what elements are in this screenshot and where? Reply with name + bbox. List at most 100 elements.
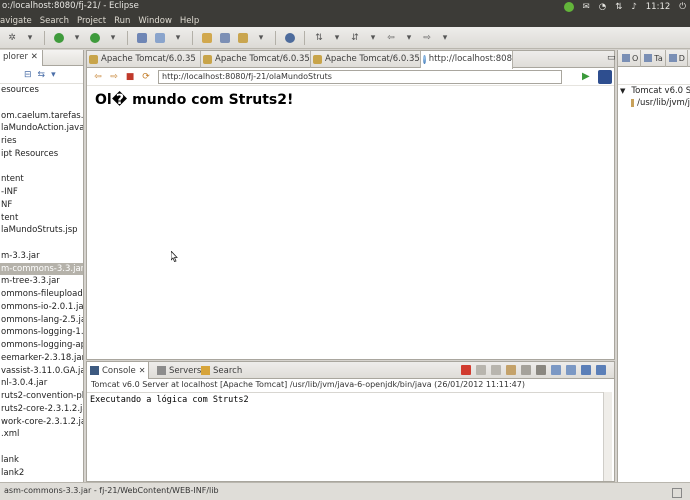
dropdown-icon[interactable]: ▾ <box>365 31 381 45</box>
new-server-icon[interactable] <box>134 31 150 45</box>
tab-tomcat-1[interactable]: Apache Tomcat/6.0.35 <box>87 51 201 68</box>
mail-icon[interactable]: ✉ <box>583 2 590 12</box>
annotation-icon[interactable] <box>235 31 251 45</box>
menu-project[interactable]: Project <box>73 16 110 26</box>
clock-label[interactable]: 11:12 <box>646 2 671 12</box>
word-wrap-icon[interactable] <box>536 365 546 375</box>
show-stderr-icon[interactable] <box>566 365 576 375</box>
tree-item[interactable]: lank2 <box>0 467 83 480</box>
tree-item[interactable]: ommons-fileupload-1. <box>0 288 83 301</box>
stop-icon[interactable]: ■ <box>124 71 136 83</box>
show-stdout-icon[interactable] <box>551 365 561 375</box>
clear-console-icon[interactable] <box>506 365 516 375</box>
view-menu-icon[interactable]: ▾ <box>51 70 56 80</box>
server-tree-item[interactable]: ▼ Tomcat v6.0 Se <box>618 85 690 97</box>
dropdown-icon[interactable]: ▾ <box>437 31 453 45</box>
tree-item[interactable]: m-3.3.jar <box>0 250 83 263</box>
tree-item[interactable]: ruts2-convention-plu <box>0 390 83 403</box>
tree-item[interactable]: ommons-io-2.0.1.jar <box>0 301 83 314</box>
refresh-icon[interactable]: ⟳ <box>140 71 152 83</box>
power-icon[interactable]: ⏻ <box>679 2 686 12</box>
tree-item[interactable]: .xml <box>0 428 83 441</box>
run-icon[interactable] <box>51 31 67 45</box>
collapse-all-icon[interactable]: ⊟ <box>24 70 32 80</box>
url-field[interactable]: http://localhost:8080/fj-21/olaMundoStru… <box>158 70 562 84</box>
tree-item[interactable]: ommons-logging-1.1.1 <box>0 326 83 339</box>
maximize-icon[interactable]: ▭ <box>607 53 616 63</box>
pin-console-icon[interactable] <box>581 365 591 375</box>
menu-run[interactable]: Run <box>110 16 134 26</box>
tree-item[interactable]: -INF <box>0 186 83 199</box>
dropdown-icon[interactable]: ▾ <box>22 31 38 45</box>
prev-annotation-icon[interactable]: ⇵ <box>347 31 363 45</box>
forward-icon[interactable]: ⇨ <box>419 31 435 45</box>
fast-view-icon[interactable] <box>672 488 682 498</box>
tree-item[interactable]: eemarker-2.3.18.jar <box>0 352 83 365</box>
update-indicator-icon[interactable] <box>563 2 574 12</box>
menu-window[interactable]: Window <box>134 16 176 26</box>
wifi-icon[interactable]: ◔ <box>599 2 606 12</box>
dropdown-icon[interactable]: ▾ <box>105 31 121 45</box>
tab-console[interactable]: Console ✕ <box>87 362 150 379</box>
menu-help[interactable]: Help <box>176 16 203 26</box>
close-icon[interactable]: ✕ <box>31 52 38 62</box>
tree-item[interactable]: tent <box>0 212 83 225</box>
tree-item[interactable]: vassist-3.11.0.GA.jar <box>0 365 83 378</box>
console-output[interactable]: Executando a lógica com Struts2 <box>87 392 603 481</box>
tree-item[interactable] <box>0 161 83 174</box>
tree-item[interactable]: ntent <box>0 173 83 186</box>
go-icon[interactable]: ▶ <box>582 71 590 82</box>
next-annotation-icon[interactable]: ⇅ <box>311 31 327 45</box>
tree-item[interactable] <box>0 441 83 454</box>
tab-tasks[interactable]: Ta <box>642 50 666 67</box>
server-child-item[interactable]: /usr/lib/jvm/j <box>618 97 690 109</box>
tree-item[interactable]: m-commons-3.3.jar <box>0 262 83 276</box>
tree-item[interactable] <box>0 97 83 110</box>
back-icon[interactable]: ⇦ <box>383 31 399 45</box>
tab-data[interactable]: D <box>667 50 688 67</box>
tree-item[interactable]: laMundoStruts.jsp <box>0 224 83 237</box>
tree-item[interactable]: esources <box>0 84 83 97</box>
tree-item[interactable]: om.caelum.tarefas.a <box>0 110 83 123</box>
collapse-triangle-icon[interactable]: ▼ <box>620 85 625 97</box>
dropdown-icon[interactable]: ▾ <box>69 31 85 45</box>
menu-navigate[interactable]: avigate <box>0 16 36 26</box>
sort-icon[interactable]: ⇅ <box>615 2 622 12</box>
open-type-icon[interactable] <box>217 31 233 45</box>
tree-item[interactable]: ommons-lang-2.5.jar <box>0 314 83 327</box>
close-icon[interactable]: ✕ <box>139 366 146 375</box>
dropdown-icon[interactable]: ▾ <box>329 31 345 45</box>
dropdown-icon[interactable]: ▾ <box>170 31 186 45</box>
tab-package-explorer[interactable]: plorer ✕ <box>0 50 43 66</box>
tree-item[interactable]: ruts2-core-2.3.1.2.jar <box>0 403 83 416</box>
tab-browser[interactable]: http://localhost:808 <box>421 51 513 69</box>
dropdown-icon[interactable]: ▾ <box>401 31 417 45</box>
tree-item[interactable]: NF <box>0 199 83 212</box>
tree-item[interactable]: m-tree-3.3.jar <box>0 275 83 288</box>
tree-item[interactable]: ipt Resources <box>0 148 83 161</box>
tree-item[interactable]: lank <box>0 454 83 467</box>
menu-search[interactable]: Search <box>36 16 73 26</box>
forward-arrow-icon[interactable]: ⇨ <box>108 71 120 83</box>
tree-item[interactable]: nl-3.0.4.jar <box>0 377 83 390</box>
settings-icon[interactable]: ✲ <box>4 31 20 45</box>
volume-icon[interactable]: ♪ <box>631 2 636 12</box>
console-scrollbar[interactable] <box>603 392 612 481</box>
web-browser-icon[interactable] <box>282 31 298 45</box>
remove-launch-icon[interactable] <box>476 365 486 375</box>
dropdown-icon[interactable]: ▾ <box>253 31 269 45</box>
display-console-icon[interactable] <box>596 365 606 375</box>
terminate-icon[interactable] <box>461 365 471 375</box>
link-editor-icon[interactable]: ⇆ <box>38 70 46 80</box>
tab-tomcat-2[interactable]: Apache Tomcat/6.0.35 <box>201 51 311 68</box>
tab-search[interactable]: Search <box>198 362 245 379</box>
tree-item[interactable] <box>0 237 83 250</box>
tree-item[interactable]: laMundoAction.java <box>0 122 83 135</box>
tab-outline[interactable]: O <box>620 50 642 67</box>
new-package-icon[interactable] <box>152 31 168 45</box>
tree-item[interactable]: ries <box>0 135 83 148</box>
tree-item[interactable]: ommons-logging-api-1 <box>0 339 83 352</box>
external-tools-icon[interactable] <box>87 31 103 45</box>
back-arrow-icon[interactable]: ⇦ <box>92 71 104 83</box>
scroll-lock-icon[interactable] <box>521 365 531 375</box>
